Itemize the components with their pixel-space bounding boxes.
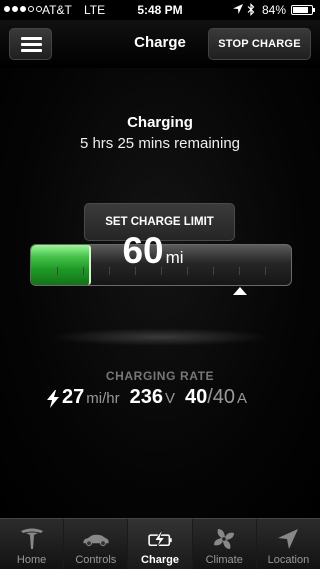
navigation-bar: Charge STOP CHARGE — [0, 20, 320, 68]
tab-location[interactable]: Location — [257, 519, 320, 569]
location-services-icon — [233, 4, 243, 14]
range-unit: mi — [165, 248, 184, 267]
stop-charge-button[interactable]: STOP CHARGE — [208, 28, 311, 60]
current-max: /40 — [207, 386, 236, 408]
charging-rate-readout: 27 mi/hr 236 V 40 /40 A — [46, 386, 247, 412]
charging-rate-label: CHARGING RATE — [105, 369, 215, 383]
charge-panel: Charging 5 hrs 25 mins remaining SET CHA… — [0, 68, 320, 518]
page-title: Charge — [134, 34, 186, 51]
gauge-tick — [239, 267, 240, 275]
tab-bar: Home Controls Charge Climate Location — [0, 518, 320, 569]
tab-label: Location — [267, 554, 310, 566]
tab-label: Controls — [75, 554, 117, 566]
charge-speed-value: 27 — [62, 386, 85, 408]
menu-button[interactable] — [9, 28, 52, 60]
battery-charge-fill — [31, 245, 91, 285]
charge-status-title: Charging — [127, 114, 193, 131]
tab-label: Charge — [141, 554, 179, 566]
range-readout: 60 mi — [108, 230, 198, 272]
gauge-tick — [83, 267, 84, 275]
charge-limit-marker[interactable] — [232, 287, 247, 295]
tab-controls[interactable]: Controls — [64, 519, 129, 569]
gauge-tick — [265, 267, 266, 275]
tab-climate[interactable]: Climate — [193, 519, 257, 569]
current-value: 40 — [184, 386, 208, 408]
tab-label: Home — [16, 554, 47, 566]
status-bar: AT&T LTE 5:48 PM 84% — [0, 0, 320, 20]
tab-charge[interactable]: Charge — [128, 519, 193, 569]
fan-icon — [214, 529, 235, 549]
time-remaining: 5 hrs 25 mins remaining — [79, 135, 241, 152]
charge-speed-unit: mi/hr — [86, 390, 120, 407]
tab-home[interactable]: Home — [0, 519, 65, 569]
range-value: 60 — [122, 230, 164, 271]
voltage-value: 236 — [129, 386, 163, 408]
charge-battery-icon — [148, 530, 172, 548]
location-arrow-icon — [278, 529, 299, 549]
gauge-tick — [57, 267, 58, 275]
lightning-bolt-icon — [47, 390, 59, 408]
tesla-logo-icon — [20, 528, 43, 549]
battery-icon — [291, 5, 315, 15]
bluetooth-icon — [247, 3, 255, 16]
voltage-unit: V — [164, 390, 175, 407]
car-icon — [83, 534, 109, 547]
battery-percent: 84% — [262, 3, 287, 17]
gauge-tick — [213, 267, 214, 275]
current-unit: A — [237, 390, 248, 407]
tab-label: Climate — [205, 554, 243, 566]
gauge-reflection — [50, 328, 270, 346]
